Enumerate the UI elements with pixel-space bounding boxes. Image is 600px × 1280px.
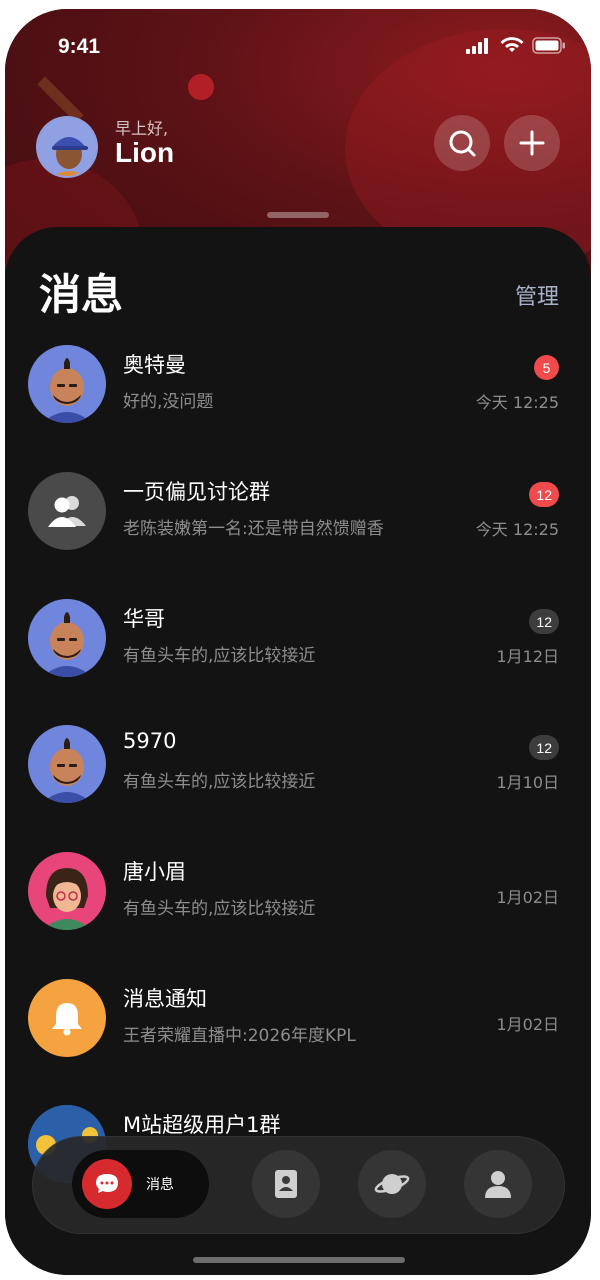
conversation-name: 5970: [123, 729, 177, 753]
status-icons: [466, 37, 566, 54]
unread-badge: 12: [529, 609, 559, 634]
conversation-time: 1月12日: [496, 647, 559, 666]
phone-screen: 9:41 早上好, Lion 消息 管理 奥特曼 好的,没问题 5 今天 12:…: [5, 9, 591, 1275]
unread-badge: 5: [534, 355, 559, 380]
sheet-handle[interactable]: [267, 212, 329, 218]
bald-man-avatar-icon: [42, 738, 92, 803]
conversation-time: 1月02日: [496, 1015, 559, 1034]
conversation-time: 1月02日: [496, 888, 559, 907]
conversation-time: 今天 12:25: [475, 393, 559, 412]
avatar: [28, 345, 106, 423]
group-icon: [48, 496, 86, 527]
tab-discover[interactable]: [358, 1150, 426, 1218]
profile-icon: [485, 1171, 511, 1198]
status-time: 9:41: [58, 35, 101, 58]
conversation-preview: 有鱼头车的,应该比较接近: [123, 646, 316, 666]
conversation-name: M站超级用户1群: [123, 1113, 281, 1137]
page-title: 消息: [39, 270, 124, 319]
add-button[interactable]: [504, 115, 560, 171]
avatar: [28, 599, 106, 677]
tab-profile[interactable]: [464, 1150, 532, 1218]
manage-button[interactable]: 管理: [515, 279, 559, 311]
user-avatar[interactable]: [36, 116, 98, 178]
chat-bubble-icon: [82, 1159, 132, 1209]
avatar: [28, 852, 106, 930]
bottom-tab-bar: 消息: [32, 1136, 565, 1234]
conversation-preview: 有鱼头车的,应该比较接近: [123, 899, 316, 919]
tab-contacts[interactable]: [252, 1150, 320, 1218]
conversation-preview: 老陈装嫩第一名:还是带自然馈赠香: [123, 519, 384, 539]
avatar: [28, 979, 106, 1057]
conversation-time: 今天 12:25: [475, 520, 559, 539]
avatar: [28, 725, 106, 803]
unread-badge: 12: [529, 735, 559, 760]
home-indicator: [193, 1257, 405, 1263]
conversation-name: 奥特曼: [123, 353, 186, 377]
conversation-row[interactable]: 华哥 有鱼头车的,应该比较接近 12 1月12日: [5, 599, 591, 709]
contacts-book-icon: [275, 1170, 297, 1198]
conversation-row[interactable]: 消息通知 王者荣耀直播中:2026年度KPL 1月02日: [5, 979, 591, 1089]
plus-icon: [519, 130, 545, 156]
conversation-row[interactable]: 一页偏见讨论群 老陈装嫩第一名:还是带自然馈赠香 12 今天 12:25: [5, 472, 591, 582]
conversation-preview: 王者荣耀直播中:2026年度KPL: [123, 1026, 356, 1046]
bell-icon: [52, 1003, 82, 1036]
conversation-name: 华哥: [123, 607, 165, 631]
conversation-row[interactable]: 唐小眉 有鱼头车的,应该比较接近 1月02日: [5, 852, 591, 962]
conversation-time: 1月10日: [496, 773, 559, 792]
conversation-preview: 有鱼头车的,应该比较接近: [123, 772, 316, 792]
battery-icon: [532, 37, 565, 54]
status-bar: 9:41: [5, 9, 591, 81]
conversation-preview: 好的,没问题: [123, 392, 214, 412]
avatar: [28, 472, 106, 550]
unread-badge: 12: [529, 482, 559, 507]
tab-messages-label: 消息: [146, 1177, 174, 1193]
conversation-name: 一页偏见讨论群: [123, 480, 270, 504]
greeting-name: Lion: [115, 137, 175, 168]
cellular-signal-icon: [466, 37, 488, 54]
wifi-icon: [500, 37, 524, 52]
planet-icon: [374, 1174, 410, 1194]
conversation-row[interactable]: 5970 有鱼头车的,应该比较接近 12 1月10日: [5, 725, 591, 835]
bald-man-avatar-icon: [42, 358, 92, 423]
bald-man-avatar-icon: [42, 612, 92, 677]
conversation-row[interactable]: 奥特曼 好的,没问题 5 今天 12:25: [5, 345, 591, 455]
greeting-subtitle: 早上好,: [115, 119, 169, 138]
conversation-name: 唐小眉: [123, 860, 186, 884]
search-button[interactable]: [434, 115, 490, 171]
tab-messages[interactable]: 消息: [72, 1150, 209, 1218]
woman-avatar-icon: [42, 868, 92, 930]
conversation-name: 消息通知: [123, 987, 207, 1011]
search-icon: [449, 130, 476, 157]
